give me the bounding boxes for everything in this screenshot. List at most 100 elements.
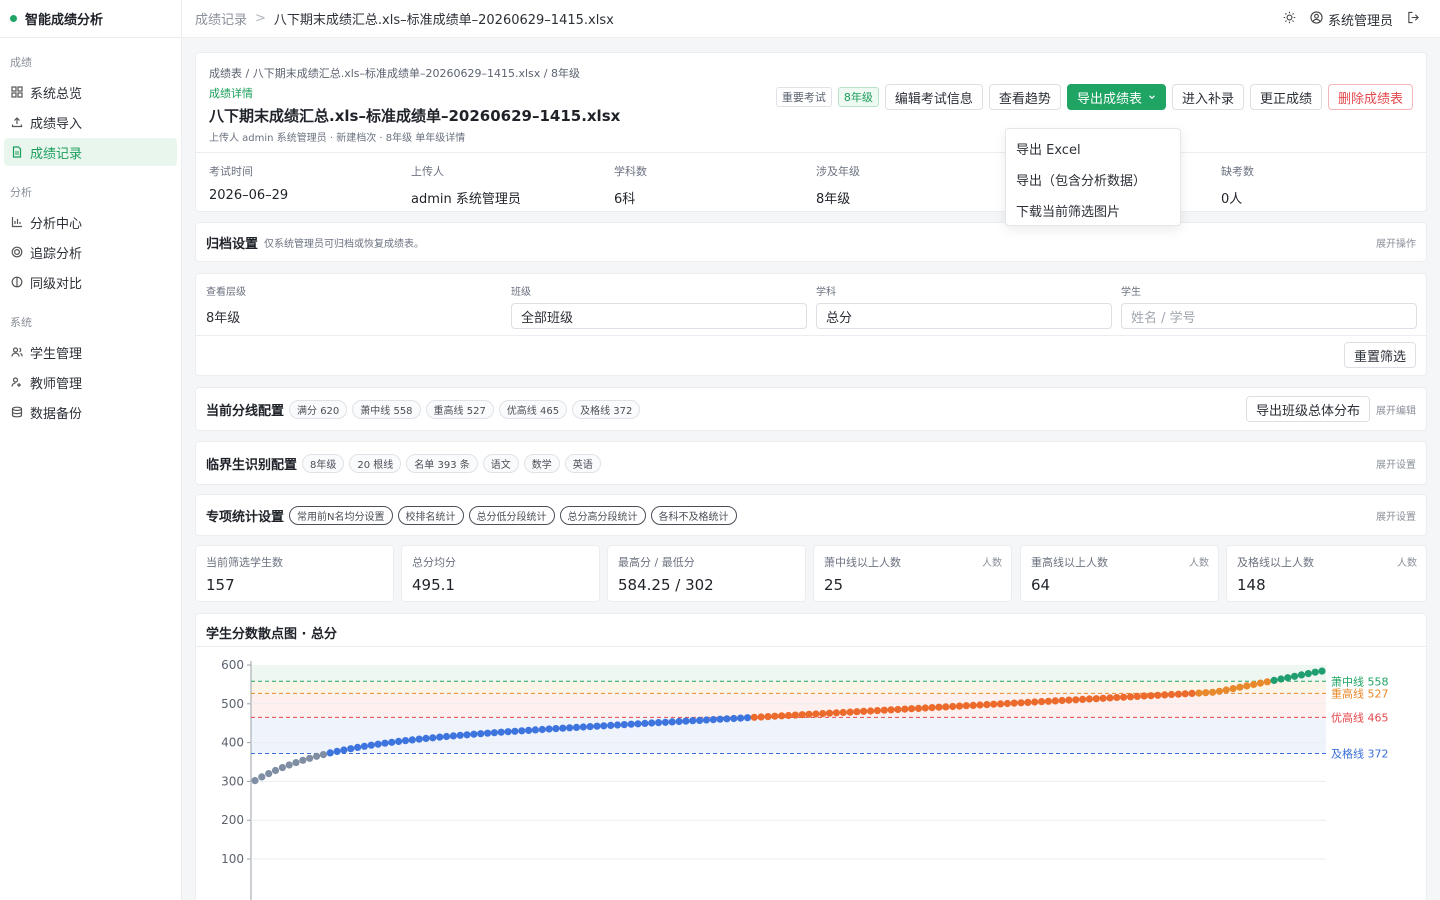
expand-edit-link[interactable]: 展开编辑 bbox=[1376, 402, 1416, 417]
score-point bbox=[996, 700, 1005, 708]
dashboard-icon bbox=[10, 85, 24, 99]
score-point bbox=[593, 722, 601, 730]
sidebar-item-backup[interactable]: 数据备份 bbox=[4, 398, 177, 426]
score-point bbox=[333, 747, 341, 755]
kpi-average: 总分均分 495.1 bbox=[401, 545, 600, 602]
sidebar-item-records[interactable]: 成绩记录 bbox=[4, 138, 177, 166]
score-point bbox=[620, 721, 628, 729]
sidebar-item-compare[interactable]: 同级对比 bbox=[4, 268, 177, 296]
sidebar-item-overview[interactable]: 系统总览 bbox=[4, 78, 177, 106]
score-point bbox=[381, 739, 389, 747]
sidebar-item-students[interactable]: 学生管理 bbox=[4, 338, 177, 366]
sidebar-item-tracking[interactable]: 追踪分析 bbox=[4, 238, 177, 266]
subject-select[interactable]: 总分 bbox=[816, 303, 1112, 329]
sidebar-item-import[interactable]: 成绩导入 bbox=[4, 108, 177, 136]
export-scores-button[interactable]: 导出成绩表 bbox=[1066, 84, 1166, 110]
band-top bbox=[251, 665, 1326, 682]
export-class-distribution-button[interactable]: 导出班级总体分布 bbox=[1245, 396, 1370, 422]
score-point bbox=[730, 714, 738, 723]
makeup-entry-button[interactable]: 进入补录 bbox=[1171, 84, 1244, 110]
score-point bbox=[983, 701, 991, 709]
kpi-unit: 人数 bbox=[1189, 558, 1209, 569]
filter-subject: 学科 总分 bbox=[816, 283, 1112, 329]
page-title: 八下期末成绩汇总.xls–标准成绩单–20260629–1415.xlsx bbox=[209, 107, 621, 125]
score-point bbox=[415, 735, 423, 743]
score-point bbox=[887, 706, 895, 714]
expand-critical-link[interactable]: 展开设置 bbox=[1376, 442, 1416, 484]
threshold-label: 及格线 372 bbox=[1331, 746, 1389, 760]
kpi-max-min: 最高分 / 最低分 584.25 / 302 bbox=[607, 545, 806, 602]
score-point bbox=[1318, 667, 1326, 675]
filter-label: 学科 bbox=[816, 287, 836, 298]
score-point bbox=[538, 725, 546, 734]
score-point bbox=[661, 718, 669, 726]
user-menu[interactable]: 系统管理员 bbox=[1310, 10, 1393, 29]
score-point bbox=[525, 726, 533, 734]
score-point bbox=[1017, 699, 1025, 707]
stat-label: 涉及年级 bbox=[816, 165, 860, 178]
score-point bbox=[1284, 674, 1292, 682]
filter-level: 查看层级 8年级 bbox=[206, 283, 502, 329]
delete-sheet-button[interactable]: 删除成绩表 bbox=[1327, 84, 1413, 110]
score-point bbox=[689, 717, 697, 725]
special-stat-pill[interactable]: 各科不及格统计 bbox=[650, 505, 737, 525]
special-stat-pill[interactable]: 总分高分段统计 bbox=[559, 505, 646, 525]
menu-item-export-with-analysis[interactable]: 导出（包含分析数据） bbox=[1006, 164, 1180, 195]
score-point bbox=[1263, 678, 1271, 686]
brand-dot-icon bbox=[10, 15, 17, 22]
correct-scores-button[interactable]: 更正成绩 bbox=[1249, 84, 1322, 110]
logout-icon[interactable] bbox=[1407, 11, 1420, 28]
sidebar-item-teachers[interactable]: 教师管理 bbox=[4, 368, 177, 396]
edit-exam-button[interactable]: 编辑考试信息 bbox=[884, 84, 983, 110]
score-point bbox=[299, 756, 307, 764]
score-point bbox=[675, 717, 683, 726]
score-point bbox=[422, 734, 430, 742]
score-point bbox=[702, 716, 710, 724]
score-point bbox=[880, 706, 888, 714]
score-point bbox=[894, 705, 902, 714]
student-search-input[interactable]: 姓名 / 学号 bbox=[1121, 303, 1417, 329]
expand-special-link[interactable]: 展开设置 bbox=[1376, 495, 1416, 535]
kpi-label: 萧中线以上人数 bbox=[824, 556, 901, 569]
sidebar-item-analysis-center[interactable]: 分析中心 bbox=[4, 208, 177, 236]
score-line-pill: 萧中线 558 bbox=[352, 399, 421, 419]
theme-toggle-icon[interactable] bbox=[1283, 11, 1296, 28]
section-title: 当前分线配置 bbox=[206, 403, 285, 419]
score-point bbox=[1126, 693, 1135, 701]
special-stat-pill[interactable]: 常用前N名均分设置 bbox=[289, 505, 393, 525]
view-trend-button[interactable]: 查看趋势 bbox=[988, 84, 1061, 110]
filter-class: 班级 全部班级 bbox=[511, 283, 807, 329]
score-point bbox=[545, 725, 553, 733]
breadcrumb-root[interactable]: 成绩记录 bbox=[195, 9, 247, 28]
score-point bbox=[1099, 694, 1107, 702]
score-point bbox=[955, 702, 964, 710]
score-point bbox=[1256, 679, 1264, 687]
class-select[interactable]: 全部班级 bbox=[511, 303, 807, 329]
band-pass bbox=[251, 717, 1326, 754]
stat-value: 6科 bbox=[614, 192, 636, 207]
score-point bbox=[668, 718, 676, 726]
score-point bbox=[354, 743, 362, 751]
score-point bbox=[709, 716, 717, 724]
score-point bbox=[1003, 699, 1012, 708]
reset-filters-button[interactable]: 重置筛选 bbox=[1343, 342, 1416, 368]
menu-item-download-image[interactable]: 下载当前筛选图片 bbox=[1006, 195, 1180, 226]
chart-title: 学生分数散点图 · 总分 bbox=[206, 627, 337, 642]
breadcrumb-current: 八下期末成绩汇总.xls–标准成绩单–20260629–1415.xlsx bbox=[273, 13, 614, 28]
score-point bbox=[949, 702, 957, 711]
score-point bbox=[654, 719, 663, 727]
nav-group-system: 系统 bbox=[10, 316, 32, 329]
stat-uploader: 上传人 admin 系统管理员 bbox=[411, 163, 521, 207]
score-point bbox=[1044, 697, 1052, 705]
special-stat-pill[interactable]: 总分低分段统计 bbox=[468, 505, 555, 525]
export-dropdown-menu: 导出 Excel 导出（包含分析数据） 下载当前筛选图片 bbox=[1005, 128, 1181, 226]
special-stat-pill[interactable]: 校排名统计 bbox=[397, 505, 464, 525]
menu-item-export-excel[interactable]: 导出 Excel bbox=[1006, 133, 1180, 164]
score-point bbox=[1038, 698, 1046, 706]
users-icon bbox=[10, 345, 24, 359]
score-point bbox=[1154, 691, 1162, 699]
sidebar-item-label: 数据备份 bbox=[30, 406, 83, 422]
score-point bbox=[1161, 691, 1169, 699]
expand-archive-link[interactable]: 展开操作 bbox=[1376, 223, 1416, 261]
brand[interactable]: 智能成绩分析 bbox=[0, 0, 181, 38]
